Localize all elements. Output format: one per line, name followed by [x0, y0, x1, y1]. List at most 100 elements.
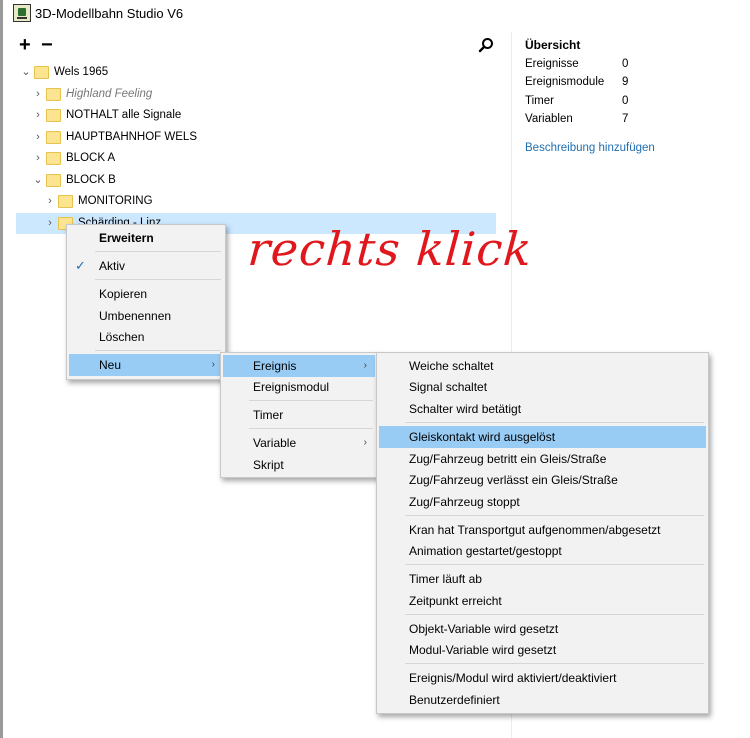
overview-label: Ereignismodule — [525, 76, 605, 88]
menu-item-objekt-variable[interactable]: Objekt-Variable wird gesetzt — [379, 618, 706, 640]
menu-item-signal-schaltet[interactable]: Signal schaltet — [379, 376, 706, 398]
menu-separator — [95, 350, 221, 351]
menu-item-aktiv[interactable]: ✓ Aktiv — [69, 255, 223, 277]
menu-item-label: Neu — [99, 358, 122, 372]
tree-item-block-a[interactable]: › BLOCK A — [0, 148, 500, 169]
context-menu: Erweitern ✓ Aktiv Kopieren Umbenennen Lö… — [66, 224, 226, 380]
tree-item-label: BLOCK A — [66, 152, 116, 164]
overview-title: Übersicht — [525, 38, 581, 52]
menu-item-kran-transportgut[interactable]: Kran hat Transportgut aufgenommen/abgese… — [379, 519, 706, 541]
menu-item-label: Ereignismodul — [253, 380, 330, 394]
menu-item-modul-variable[interactable]: Modul-Variable wird gesetzt — [379, 639, 706, 661]
folder-icon — [34, 66, 49, 79]
menu-item-fahrzeug-verlaesst[interactable]: Zug/Fahrzeug verlässt ein Gleis/Straße — [379, 469, 706, 491]
chevron-right-icon[interactable]: › — [44, 191, 56, 212]
menu-item-fahrzeug-betritt[interactable]: Zug/Fahrzeug betritt ein Gleis/Straße — [379, 448, 706, 470]
chevron-right-icon[interactable]: › — [32, 84, 44, 105]
menu-item-zeitpunkt[interactable]: Zeitpunkt erreicht — [379, 590, 706, 612]
overview-value: 9 — [622, 76, 629, 88]
menu-item-skript[interactable]: Skript — [223, 454, 375, 476]
menu-item-gleiskontakt[interactable]: Gleiskontakt wird ausgelöst — [379, 426, 706, 448]
menu-item-label: Weiche schaltet — [409, 359, 494, 373]
menu-item-label: Variable — [253, 436, 297, 450]
menu-item-modul-aktiviert[interactable]: Ereignis/Modul wird aktiviert/deaktivier… — [379, 667, 706, 689]
chevron-down-icon[interactable]: ⌄ — [32, 170, 44, 191]
chevron-right-icon[interactable]: › — [32, 148, 44, 169]
tree-item-label: BLOCK B — [66, 174, 116, 186]
menu-item-label: Skript — [253, 458, 284, 472]
folder-icon — [46, 109, 61, 122]
tree-item-label: HAUPTBAHNHOF WELS — [66, 131, 197, 143]
menu-item-label: Timer läuft ab — [409, 572, 482, 586]
menu-item-label: Zug/Fahrzeug betritt ein Gleis/Straße — [409, 452, 607, 466]
folder-icon — [46, 88, 61, 101]
menu-item-kopieren[interactable]: Kopieren — [69, 283, 223, 305]
menu-item-label: Löschen — [99, 330, 145, 344]
menu-separator — [249, 400, 373, 401]
menu-item-label: Schalter wird betätigt — [409, 402, 522, 416]
menu-item-variable[interactable]: Variable › — [223, 432, 375, 454]
tree-item-highland-feeling[interactable]: › Highland Feeling — [0, 84, 500, 105]
menu-item-umbenennen[interactable]: Umbenennen — [69, 305, 223, 327]
menu-item-label: Animation gestartet/gestoppt — [409, 544, 562, 558]
add-button[interactable]: + — [19, 35, 31, 55]
app-train-icon — [13, 4, 31, 22]
menu-item-label: Signal schaltet — [409, 380, 488, 394]
menu-item-label: Objekt-Variable wird gesetzt — [409, 622, 559, 636]
menu-item-label: Benutzerdefiniert — [409, 693, 500, 707]
overview-label: Timer — [525, 95, 554, 107]
folder-icon — [58, 195, 73, 208]
overview-label: Ereignisse — [525, 58, 579, 70]
menu-item-fahrzeug-stoppt[interactable]: Zug/Fahrzeug stoppt — [379, 491, 706, 513]
tree-item-label: NOTHALT alle Signale — [66, 109, 182, 121]
search-icon[interactable] — [478, 37, 494, 53]
remove-button[interactable]: − — [41, 35, 53, 55]
chevron-right-icon: › — [211, 359, 215, 370]
tree-item-label: Highland Feeling — [66, 88, 153, 100]
menu-item-label: Ereignis — [253, 359, 297, 373]
menu-item-label: Zug/Fahrzeug stoppt — [409, 495, 520, 509]
handwritten-annotation: rechts klick — [246, 222, 535, 276]
overview-value: 0 — [622, 58, 629, 70]
menu-item-label: Gleiskontakt wird ausgelöst — [409, 430, 556, 444]
menu-item-label: Kopieren — [99, 287, 148, 301]
menu-separator — [249, 428, 373, 429]
chevron-right-icon[interactable]: › — [32, 105, 44, 126]
menu-item-schalter-betaetigt[interactable]: Schalter wird betätigt — [379, 398, 706, 420]
menu-separator — [95, 251, 221, 252]
menu-item-ereignis[interactable]: Ereignis › — [223, 355, 375, 377]
add-description-link[interactable]: Beschreibung hinzufügen — [525, 142, 655, 154]
menu-item-neu[interactable]: Neu › — [69, 354, 223, 376]
title-bar: 3D-Modellbahn Studio V6 — [3, 0, 750, 28]
tree-item-hauptbahnhof-wels[interactable]: › HAUPTBAHNHOF WELS — [0, 127, 500, 148]
menu-item-label: Modul-Variable wird gesetzt — [409, 643, 557, 657]
chevron-right-icon: › — [363, 360, 367, 371]
overview-value: 7 — [622, 113, 629, 125]
menu-item-animation[interactable]: Animation gestartet/gestoppt — [379, 540, 706, 562]
chevron-right-icon[interactable]: › — [32, 127, 44, 148]
menu-item-erweitern[interactable]: Erweitern — [69, 227, 223, 249]
checkmark-icon: ✓ — [75, 258, 86, 273]
chevron-right-icon[interactable]: › — [44, 213, 56, 234]
menu-item-timer[interactable]: Timer — [223, 404, 375, 426]
menu-item-loeschen[interactable]: Löschen — [69, 326, 223, 348]
tree-item-monitoring[interactable]: › MONITORING — [0, 191, 500, 212]
tree-item-block-b[interactable]: ⌄ BLOCK B — [0, 170, 500, 191]
tree-item-label: MONITORING — [78, 195, 153, 207]
menu-separator — [95, 279, 221, 280]
menu-item-weiche-schaltet[interactable]: Weiche schaltet — [379, 355, 706, 377]
window-title: 3D-Modellbahn Studio V6 — [35, 6, 184, 21]
submenu-ereignis: Weiche schaltet Signal schaltet Schalter… — [376, 352, 709, 714]
tree-item-nothalt[interactable]: › NOTHALT alle Signale — [0, 105, 500, 126]
menu-item-label: Zeitpunkt erreicht — [409, 594, 502, 608]
menu-item-ereignismodul[interactable]: Ereignismodul — [223, 376, 375, 398]
menu-item-benutzerdefiniert[interactable]: Benutzerdefiniert — [379, 689, 706, 711]
menu-separator — [405, 614, 704, 615]
chevron-down-icon[interactable]: ⌄ — [20, 62, 32, 83]
tree-item-wels-1965[interactable]: ⌄ Wels 1965 — [0, 62, 500, 83]
menu-item-timer-laeuft-ab[interactable]: Timer läuft ab — [379, 568, 706, 590]
menu-item-label: Kran hat Transportgut aufgenommen/abgese… — [409, 523, 661, 537]
menu-separator — [405, 663, 704, 664]
menu-separator — [405, 515, 704, 516]
tree-item-label: Wels 1965 — [54, 66, 109, 78]
